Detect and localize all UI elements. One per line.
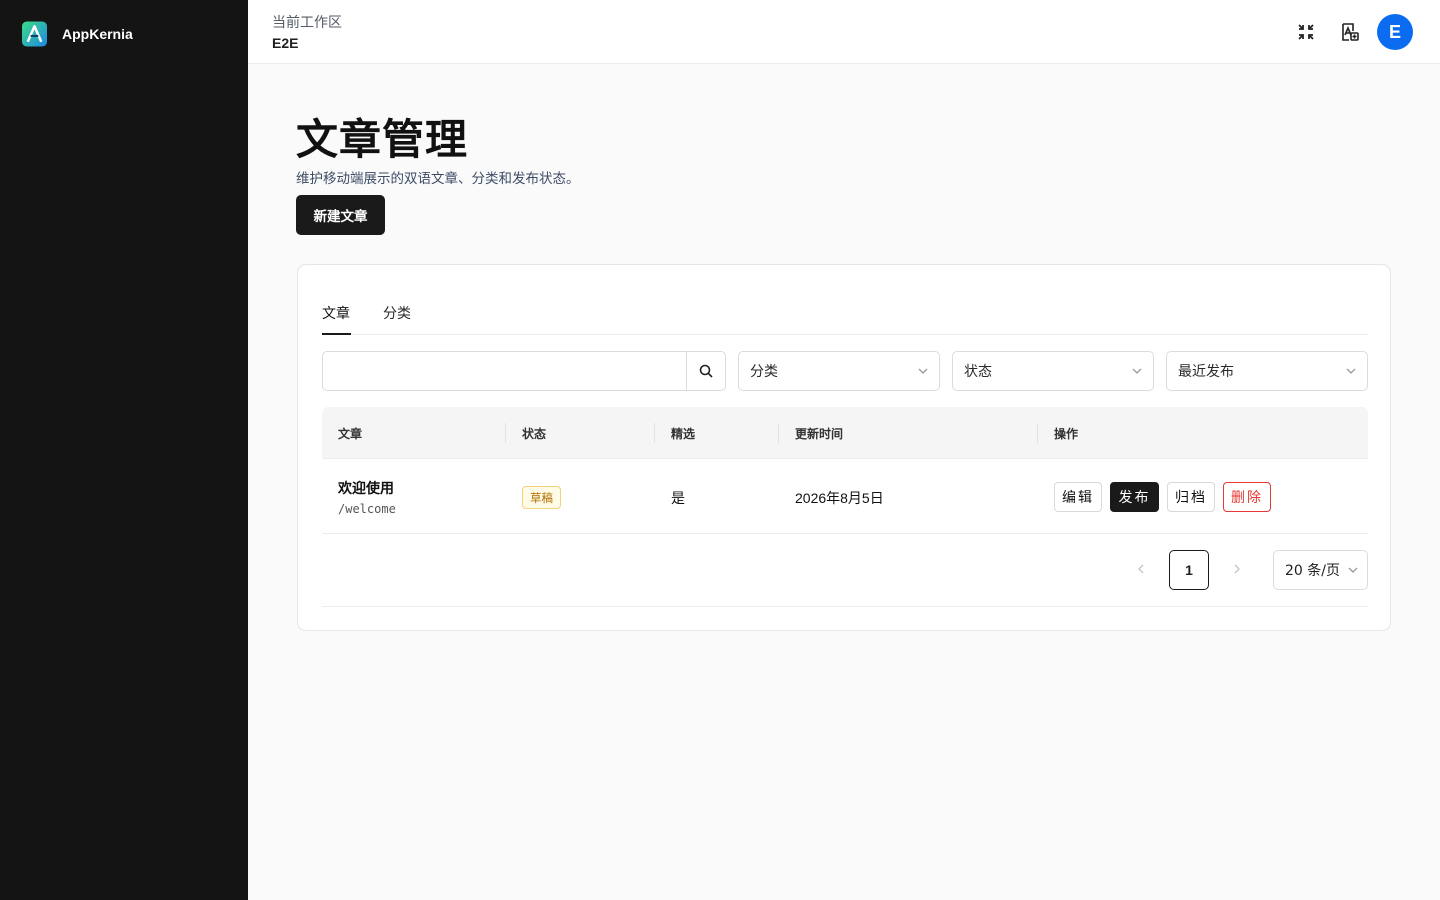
column-header-article: 文章 (338, 427, 363, 441)
search-box (322, 351, 726, 391)
status-badge: 草稿 (522, 486, 561, 509)
tab-bar: 文章 分类 (322, 303, 1368, 335)
column-header-featured: 精选 (671, 427, 696, 441)
table-row: 欢迎使用 /welcome 草稿 是 2026年8月5日 编辑 发布 归档 删除 (322, 459, 1368, 534)
column-header-status: 状态 (522, 427, 547, 441)
article-title[interactable]: 欢迎使用 (338, 478, 394, 498)
edit-button[interactable]: 编辑 (1054, 482, 1102, 512)
column-header-updated: 更新时间 (795, 427, 844, 441)
page-description: 维护移动端展示的双语文章、分类和发布状态。 (296, 171, 580, 187)
publish-button[interactable]: 发布 (1110, 482, 1159, 512)
column-divider (505, 423, 506, 443)
workspace-label: 当前工作区 (272, 15, 342, 31)
status-select-value: 状态 (964, 364, 992, 380)
updated-date: 2026年8月5日 (795, 490, 884, 506)
articles-table: 文章 状态 精选 更新时间 操作 欢迎使用 /welcome 草稿 是 2026… (322, 407, 1368, 534)
page-size-value: 20 条/页 (1285, 563, 1340, 579)
tab-categories[interactable]: 分类 (383, 303, 411, 334)
next-page-button[interactable] (1228, 549, 1246, 589)
avatar[interactable]: E (1377, 14, 1413, 50)
search-input[interactable] (323, 352, 686, 390)
brand[interactable]: AppKernia (22, 21, 133, 47)
column-divider (778, 423, 779, 443)
page-size-select[interactable]: 20 条/页 (1273, 550, 1368, 590)
featured-value: 是 (671, 491, 685, 507)
appkernia-logo-icon (22, 21, 47, 47)
column-divider (1037, 423, 1038, 443)
category-select[interactable]: 分类 (738, 351, 940, 391)
fullscreen-icon[interactable] (1294, 20, 1318, 44)
tab-articles[interactable]: 文章 (322, 303, 351, 335)
top-header: 当前工作区 E2E E (248, 0, 1440, 64)
new-article-button[interactable]: 新建文章 (296, 195, 385, 235)
prev-page-button[interactable] (1132, 549, 1150, 589)
page-title: 文章管理 (296, 115, 469, 164)
chevron-down-icon (918, 368, 928, 374)
delete-button[interactable]: 删除 (1223, 482, 1271, 512)
chevron-down-icon (1132, 368, 1142, 374)
article-slug: /welcome (338, 502, 396, 516)
chevron-down-icon (1348, 567, 1358, 573)
page-number[interactable]: 1 (1169, 550, 1209, 590)
table-header: 文章 状态 精选 更新时间 操作 (322, 407, 1368, 459)
column-header-actions: 操作 (1054, 427, 1079, 441)
search-button[interactable] (686, 352, 725, 390)
brand-name: AppKernia (62, 26, 133, 42)
pagination: 1 20 条/页 (322, 535, 1368, 607)
chevron-left-icon (1138, 564, 1144, 574)
chevron-right-icon (1234, 564, 1240, 574)
translate-icon[interactable] (1338, 20, 1362, 44)
search-icon (699, 364, 713, 378)
sort-select-value: 最近发布 (1178, 364, 1234, 380)
sidebar: AppKernia (0, 0, 248, 900)
sort-select[interactable]: 最近发布 (1166, 351, 1368, 391)
status-select[interactable]: 状态 (952, 351, 1154, 391)
column-divider (654, 423, 655, 443)
category-select-value: 分类 (750, 364, 778, 380)
articles-card: 文章 分类 分类 状态 最近发布 文章 状态 精选 更新时间 操作 欢迎使用 /… (297, 264, 1391, 631)
archive-button[interactable]: 归档 (1167, 482, 1215, 512)
chevron-down-icon (1346, 368, 1356, 374)
workspace-name[interactable]: E2E (272, 35, 298, 51)
